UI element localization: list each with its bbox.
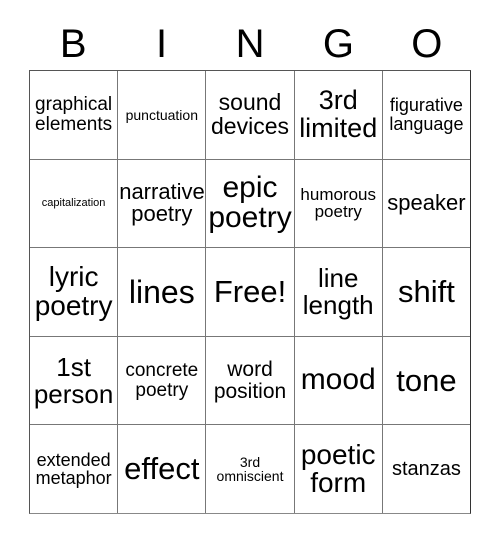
bingo-cell-label: 3rd omniscient (216, 453, 284, 485)
bingo-cell[interactable]: tone (381, 336, 470, 425)
bingo-cell[interactable]: poetic form (293, 425, 382, 513)
bingo-cell[interactable]: line length (293, 248, 382, 336)
bingo-cell[interactable]: lyric poetry (30, 248, 117, 336)
bingo-cell[interactable]: punctuation (117, 71, 205, 159)
bingo-cell-label: sound devices (211, 89, 289, 139)
bingo-cell-label: concrete poetry (125, 360, 199, 401)
bingo-cell[interactable]: capitalization (30, 160, 117, 248)
bingo-cell[interactable]: 3rd omniscient (205, 425, 293, 513)
bingo-cell-label: shift (397, 274, 455, 310)
bingo-card: B I N G O graphical elements punctuation… (0, 0, 500, 544)
bingo-cell-label: line length (302, 263, 374, 320)
bingo-cell-label: epic poetry (208, 170, 292, 235)
bingo-row: extended metaphor effect 3rd omniscient … (30, 424, 470, 513)
bingo-cell[interactable]: effect (117, 425, 205, 513)
bingo-cell[interactable]: epic poetry (205, 159, 293, 248)
bingo-cell[interactable]: shift (381, 248, 470, 336)
bingo-cell[interactable]: humorous poetry (293, 159, 382, 248)
bingo-cell[interactable]: figurative language (381, 71, 470, 159)
bingo-cell-label: punctuation (125, 106, 198, 123)
bingo-cell-label: capitalization (41, 196, 106, 209)
bingo-cell-label: tone (396, 362, 457, 398)
bingo-cell[interactable]: mood (293, 336, 382, 425)
bingo-grid: graphical elements punctuation sound dev… (29, 70, 471, 514)
bingo-header-letter-g: G (322, 22, 354, 66)
bingo-cell-label: 1st person (33, 352, 114, 409)
bingo-header-letter-i: I (156, 22, 168, 66)
bingo-header-letter-o: O (411, 22, 443, 66)
bingo-cell[interactable]: 3rd limited (293, 71, 382, 159)
bingo-header-letter-n: N (235, 22, 265, 66)
bingo-cell-label: lines (128, 273, 195, 310)
bingo-cell[interactable]: lines (117, 248, 205, 336)
bingo-cell[interactable]: graphical elements (30, 71, 117, 159)
bingo-cell[interactable]: 1st person (30, 337, 117, 425)
bingo-cell-label: 3rd limited (299, 85, 378, 143)
bingo-cell[interactable]: extended metaphor (30, 425, 117, 513)
bingo-row: 1st person concrete poetry word position… (30, 335, 470, 425)
bingo-cell[interactable]: sound devices (205, 71, 293, 159)
bingo-cell-label: graphical elements (35, 94, 113, 135)
bingo-cell[interactable]: concrete poetry (117, 336, 205, 425)
bingo-cell-label: poetic form (300, 438, 376, 499)
bingo-cell-label: figurative language (389, 95, 464, 134)
bingo-cell-label: speaker (387, 190, 466, 216)
bingo-header-row: B I N G O (29, 18, 471, 70)
bingo-cell-label: narrative poetry (119, 178, 205, 227)
bingo-row: graphical elements punctuation sound dev… (30, 71, 470, 159)
bingo-cell-label: stanzas (391, 457, 461, 480)
bingo-cell[interactable]: narrative poetry (117, 159, 205, 248)
bingo-cell-label: lyric poetry (34, 261, 113, 321)
bingo-header-letter-b: B (59, 22, 87, 66)
bingo-cell-label: effect (124, 451, 200, 487)
bingo-cell-label: Free! (213, 274, 287, 310)
bingo-cell-label: extended metaphor (35, 449, 112, 489)
bingo-cell-label: mood (300, 363, 376, 397)
bingo-cell[interactable]: word position (205, 336, 293, 425)
bingo-row: capitalization narrative poetry epic poe… (30, 158, 470, 248)
bingo-cell-label: humorous poetry (300, 185, 377, 222)
bingo-cell-label: word position (213, 358, 287, 403)
bingo-cell-free-space[interactable]: Free! (205, 248, 293, 336)
bingo-cell[interactable]: speaker (381, 159, 470, 248)
bingo-row: lyric poetry lines Free! line length shi… (30, 247, 470, 336)
bingo-cell[interactable]: stanzas (381, 425, 470, 513)
